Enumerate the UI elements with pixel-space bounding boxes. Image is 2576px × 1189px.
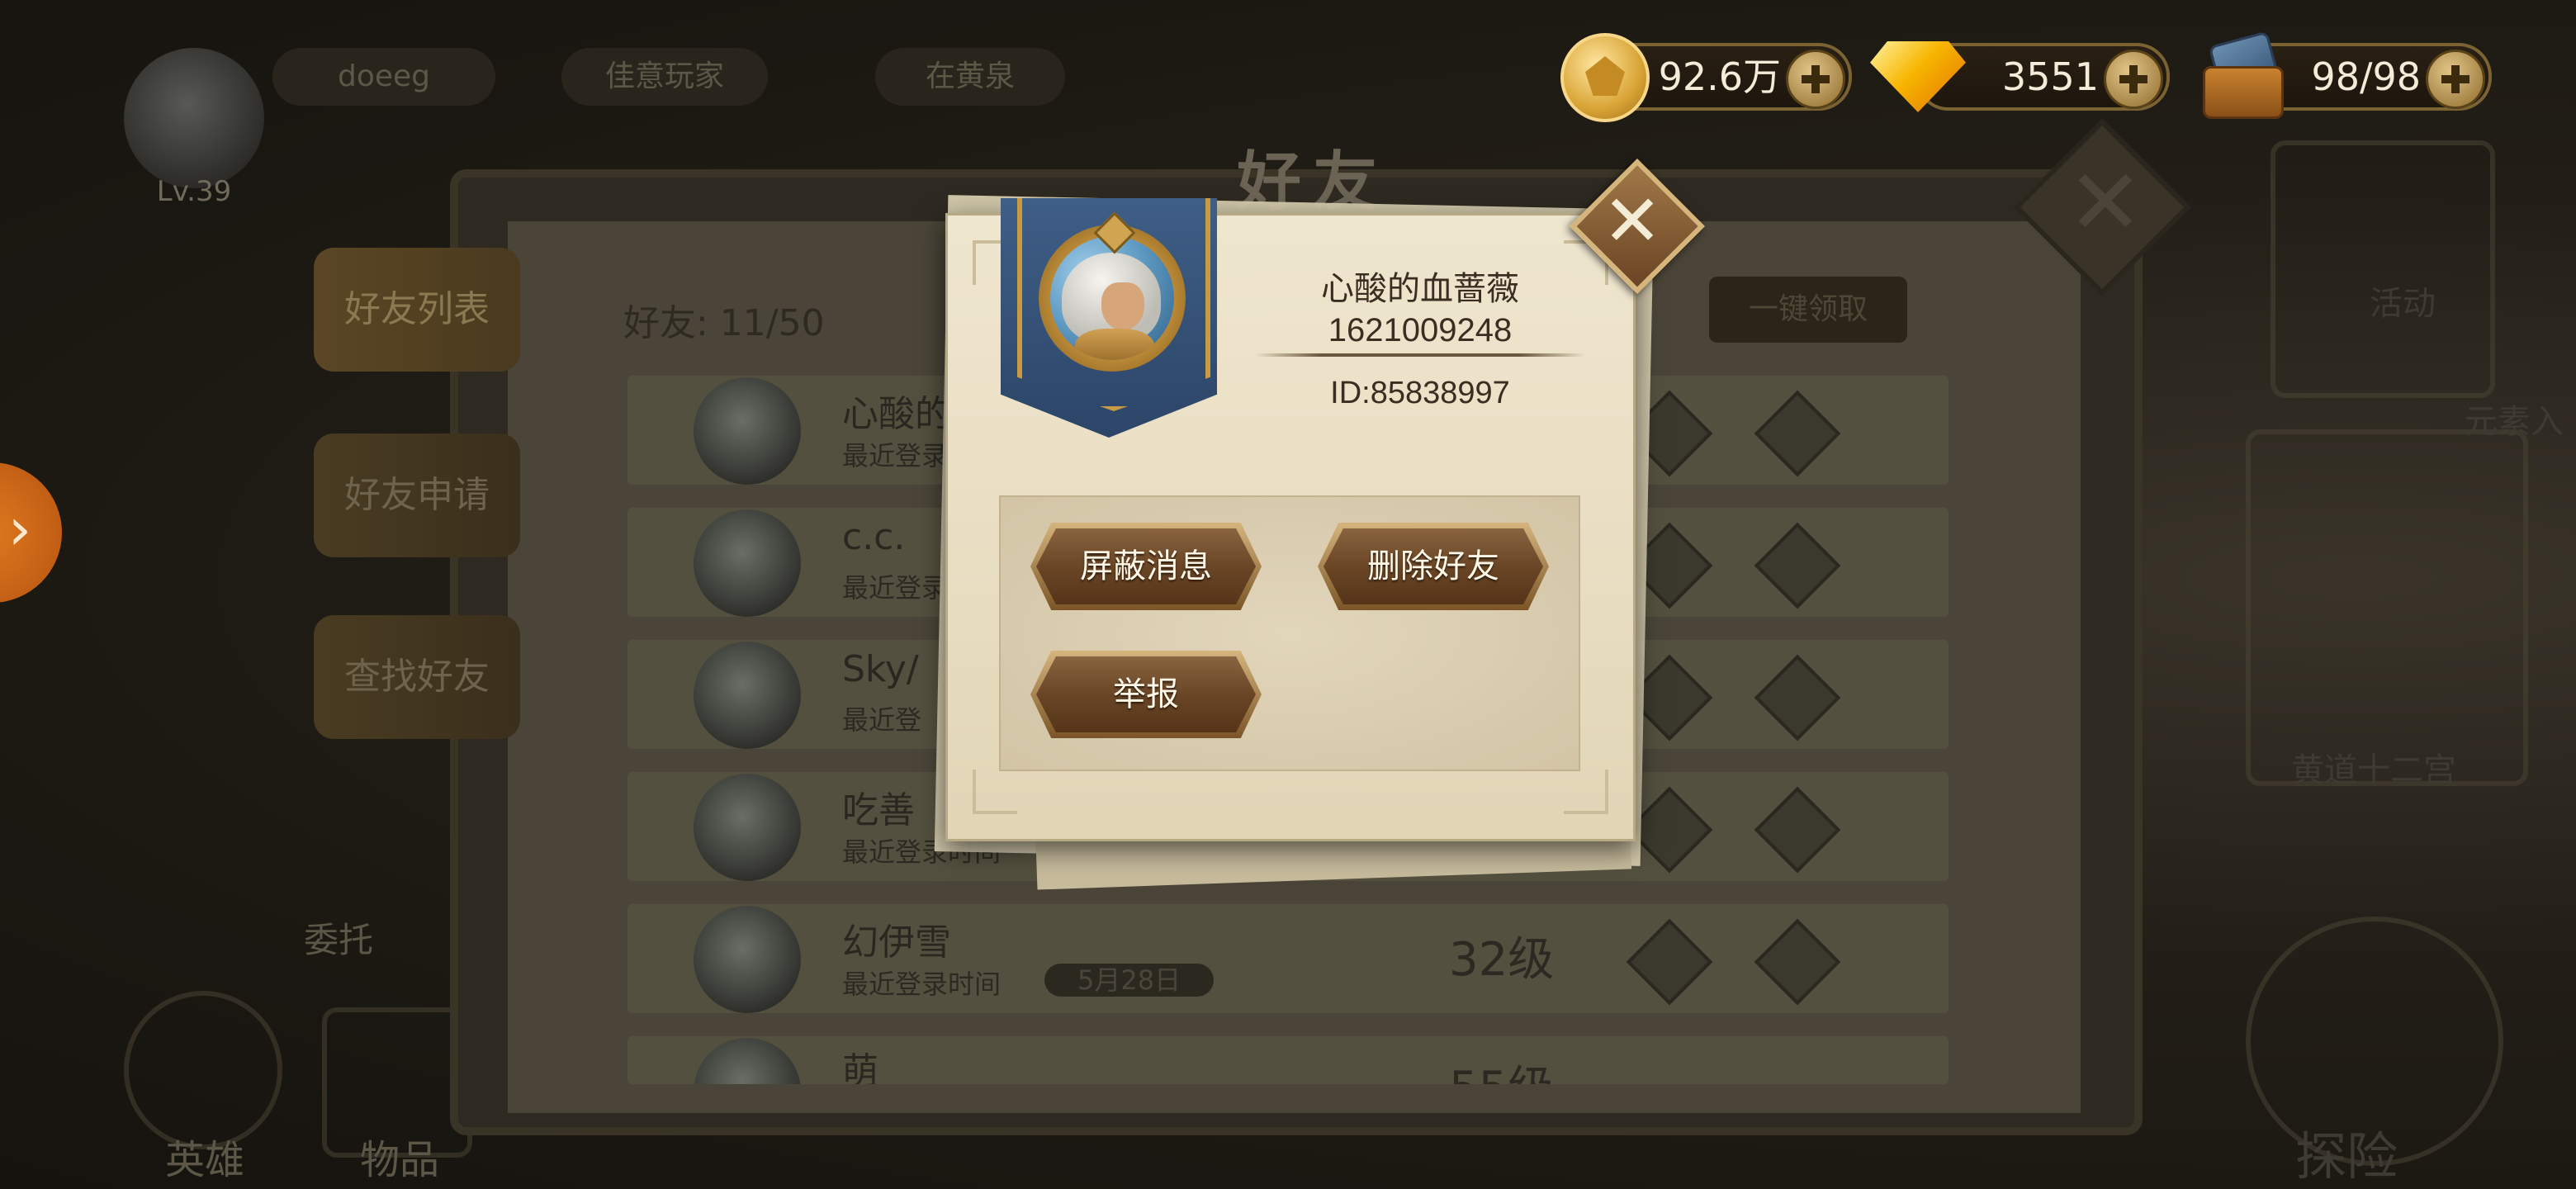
heroes-nav-icon [124,991,282,1149]
friend-name: 幻伊雪 [842,921,951,964]
stamina-chest-icon [2196,31,2287,119]
player-tag: 佳意玩家 [561,48,768,106]
zodiac-building [2246,429,2528,786]
friend-last-login: 最近登录 [842,572,949,604]
receive-gift-icon[interactable] [1754,654,1841,741]
receive-gift-icon[interactable] [1754,918,1841,1006]
event-nav[interactable]: 活动 [2370,277,2436,324]
delete-friend-button[interactable]: 删除好友 [1324,528,1543,604]
tab-find-friends[interactable]: 查找好友 [314,615,520,739]
close-icon: ✕ [1602,180,1663,263]
friend-row[interactable]: 幻伊雪 最近登录时间 5月28日 32级 [627,904,1949,1013]
friend-row[interactable]: 萌 55级 [627,1036,1949,1084]
friend-avatar [694,377,801,485]
zodiac-nav[interactable]: 黄道十二宫 [2291,743,2456,791]
heroes-nav[interactable]: 英雄 [165,1127,244,1185]
gold-coin-icon [1560,33,1650,122]
player-avatar[interactable] [124,48,264,188]
friend-name: c.c. [842,516,906,558]
corner-ornament [973,770,1017,814]
corner-ornament [1564,770,1608,814]
friend-name: Sky/ [842,648,919,690]
block-messages-button[interactable]: 屏蔽消息 [1036,528,1256,604]
friend-name: 萌 [842,1050,878,1084]
friend-avatar [694,642,801,749]
entrust-nav[interactable]: 委托 [304,912,373,963]
items-nav[interactable]: 物品 [360,1127,439,1185]
dialog-close-button[interactable]: ✕ [1569,158,1706,295]
add-diamond-button[interactable] [2104,50,2163,109]
friend-last-login: 最近登录时间 [842,969,1002,1000]
friends-panel-close-icon[interactable]: ✕ [2039,136,2171,268]
friend-avatar [694,1038,801,1084]
friend-last-login-date: 5月28日 [1044,964,1215,997]
tab-friend-list[interactable]: 好友列表 [314,248,520,372]
friend-last-login: 最近登录 [842,440,949,471]
tab-friend-requests[interactable]: 好友申请 [314,433,520,557]
friend-level: 55级 [1449,1051,1554,1084]
player-location: 在黄泉 [875,48,1065,106]
divider [1255,353,1585,357]
player-name[interactable]: doeeg [272,48,495,106]
report-button[interactable]: 举报 [1036,656,1256,732]
dialog-player-id: ID:85838997 [1330,376,1510,410]
dialog-player-name: 心酸的血蔷薇1621009248 [1321,271,1519,348]
friend-avatar [694,774,801,881]
friend-avatar [694,509,801,617]
add-stamina-button[interactable] [2426,50,2485,109]
chevron-right-icon: › [8,495,31,563]
friend-last-login: 最近登 [842,704,922,736]
gold-value: 92.6万 [1658,54,1781,99]
claim-all-button[interactable]: 一键领取 [1709,277,1907,343]
friend-avatar-large [1050,236,1174,360]
explore-nav[interactable]: 探险 [2295,1115,2398,1189]
friend-name: 吃善 [842,789,915,831]
event-building [2271,140,2495,398]
player-level: Lv.39 [156,175,232,208]
stamina-value: 98/98 [2311,54,2421,99]
receive-gift-icon[interactable] [1754,390,1841,477]
add-gold-button[interactable] [1786,50,1845,109]
receive-gift-icon[interactable] [1754,522,1841,609]
receive-gift-icon[interactable] [1754,786,1841,874]
friend-name: 心酸的 [842,393,951,435]
diamond-value: 3551 [2001,54,2099,99]
friend-avatar [694,906,801,1013]
friend-level: 32级 [1449,933,1555,987]
element-nav[interactable]: 元素入 [2465,395,2564,443]
friend-count: 好友: 11/50 [623,302,825,344]
send-gift-icon[interactable] [1626,918,1713,1006]
